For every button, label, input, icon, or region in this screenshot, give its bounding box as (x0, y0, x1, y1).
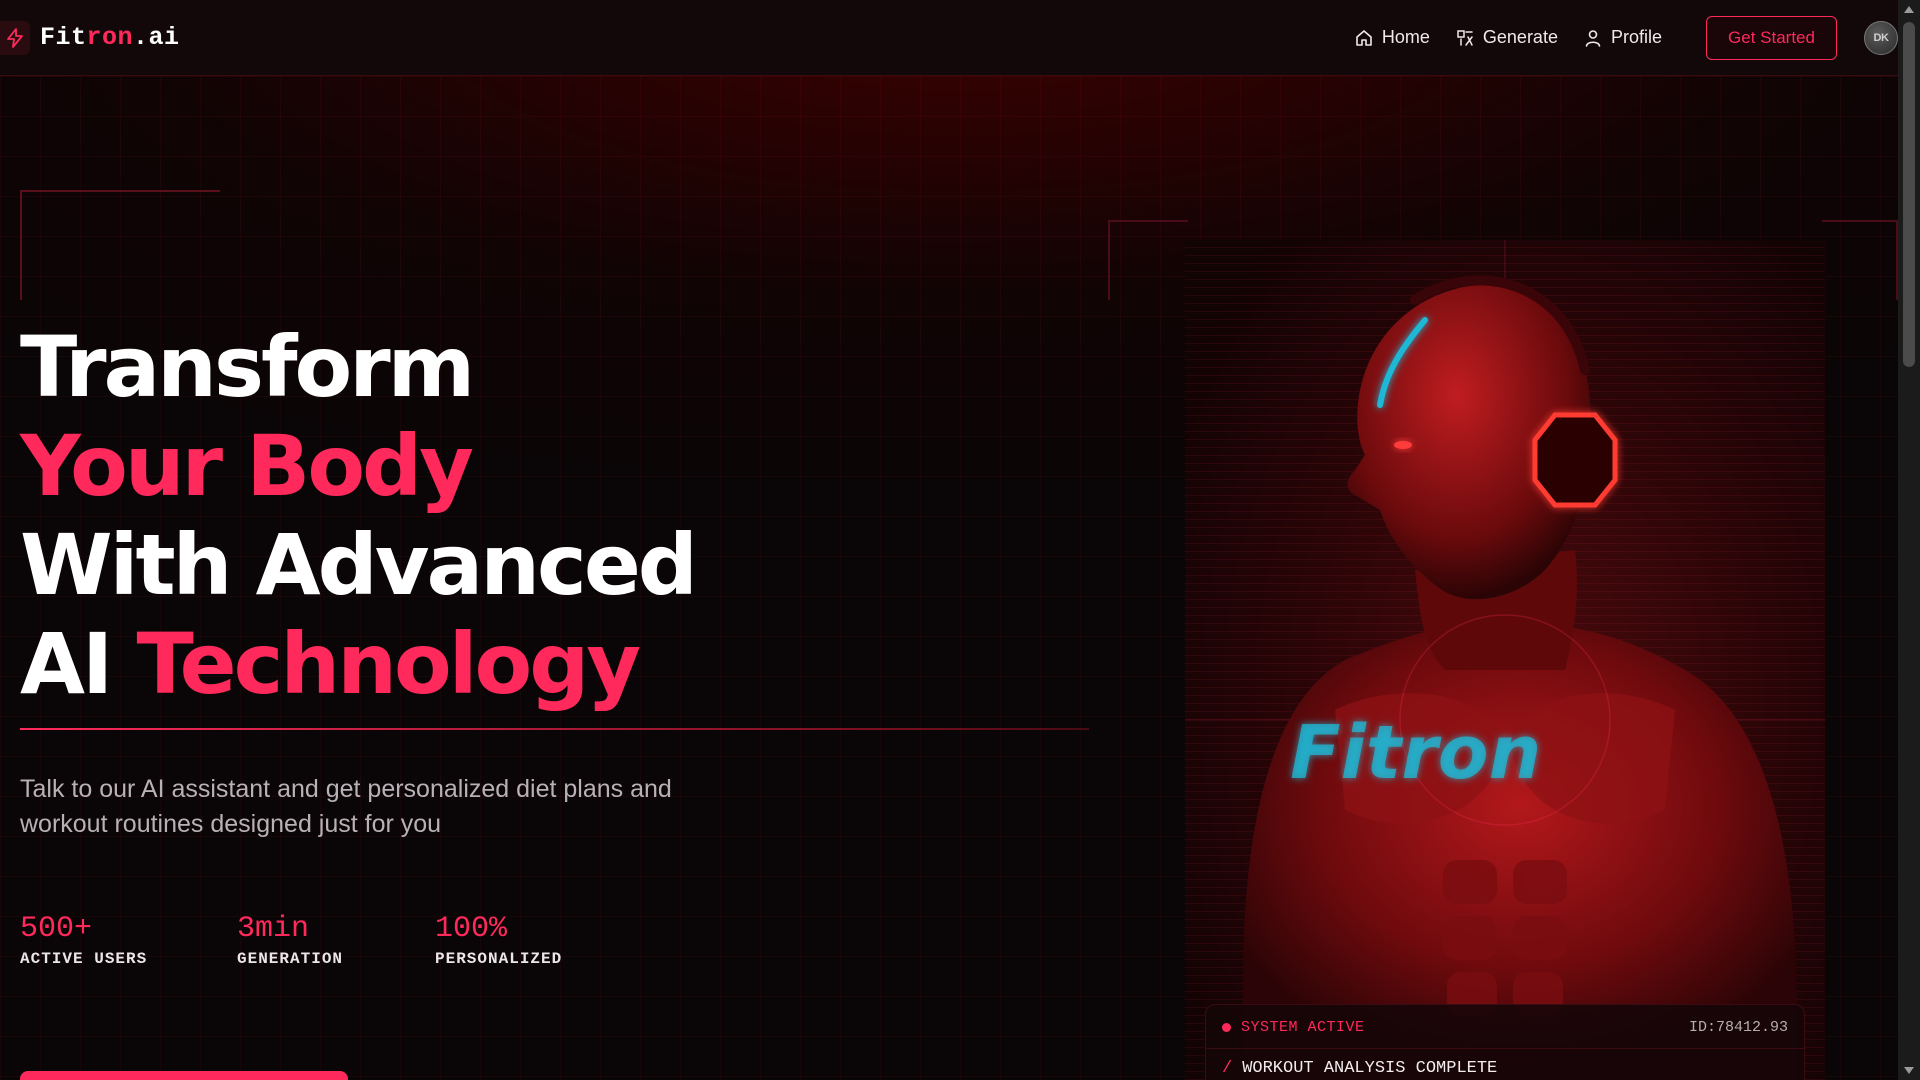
avatar[interactable]: DK (1864, 20, 1898, 55)
chest-logo-text: Fitron (1290, 710, 1541, 796)
status-message: / WORKOUT ANALYSIS COMPLETE (1222, 1059, 1498, 1078)
home-icon (1356, 29, 1372, 46)
get-started-button[interactable]: Get Started (1706, 15, 1837, 60)
headline-line-4: AI Technology (20, 615, 641, 713)
generate-icon (1457, 29, 1473, 46)
stat-label: GENERATION (237, 950, 344, 968)
stat-users: 500+ ACTIVE USERS (20, 912, 237, 968)
hero-subtitle: Talk to our AI assistant and get persona… (20, 775, 672, 838)
corner-frame-right-b (1822, 220, 1898, 300)
status-label: SYSTEM ACTIVE (1241, 1019, 1365, 1036)
status-divider (1206, 1048, 1804, 1049)
status-header: SYSTEM ACTIVE ID:78412.93 (1222, 1019, 1788, 1036)
bolt-icon (0, 20, 30, 55)
stats-row: 500+ ACTIVE USERS 3min GENERATION 100% P… (20, 912, 562, 968)
status-dot-icon (1222, 1023, 1231, 1032)
hero-divider (20, 728, 1089, 730)
hero-athlete-illustration: Fitron (1185, 240, 1825, 1080)
headline-line-1: Transform (20, 318, 475, 416)
corner-frame-left (20, 190, 220, 300)
primary-cta-button[interactable] (20, 1071, 348, 1080)
nav-home[interactable]: Home (1354, 27, 1430, 48)
nav-links: Home Generate Profile Get Started DK (1329, 15, 1898, 60)
nav-profile[interactable]: Profile (1583, 27, 1662, 48)
nav-home-label: Home (1381, 27, 1430, 47)
nav-profile-label: Profile (1610, 27, 1662, 47)
stat-label: PERSONALIZED (435, 950, 563, 968)
headline-line-3: With Advanced (20, 516, 698, 614)
athlete-graphic: Fitron (1185, 240, 1825, 1080)
stat-label: ACTIVE USERS (20, 950, 148, 968)
nav-generate[interactable]: Generate (1455, 27, 1558, 48)
status-id: ID:78412.93 (1688, 1019, 1788, 1036)
hero-headline: Transform Your Body With Advanced AI Tec… (20, 318, 698, 714)
user-icon (1585, 29, 1601, 47)
stat-value: 100% (435, 912, 508, 946)
headline-line-2: Your Body (20, 417, 474, 515)
scroll-down-icon[interactable] (1904, 1067, 1914, 1074)
nav-generate-label: Generate (1482, 27, 1558, 47)
scroll-up-icon[interactable] (1904, 6, 1914, 13)
scroll-thumb[interactable] (1903, 22, 1915, 367)
navbar: Fitron.ai Home Generate Profile Get Star… (0, 0, 1898, 76)
page: Fitron.ai Home Generate Profile Get Star… (0, 0, 1920, 1080)
stat-generation: 3min GENERATION (237, 912, 435, 968)
stat-value: 500+ (20, 912, 93, 946)
corner-frame-right-a (1108, 220, 1188, 300)
status-panel: SYSTEM ACTIVE ID:78412.93 /WORKOUT ANALY… (1205, 1004, 1805, 1080)
page-scrollbar[interactable] (1898, 0, 1920, 1080)
stat-personalized: 100% PERSONALIZED (435, 912, 562, 968)
status-indicator: SYSTEM ACTIVE (1222, 1019, 1365, 1036)
stat-value: 3min (237, 912, 310, 946)
brand-logo[interactable]: Fitron.ai (0, 0, 180, 75)
brand-name: Fitron.ai (40, 23, 180, 52)
